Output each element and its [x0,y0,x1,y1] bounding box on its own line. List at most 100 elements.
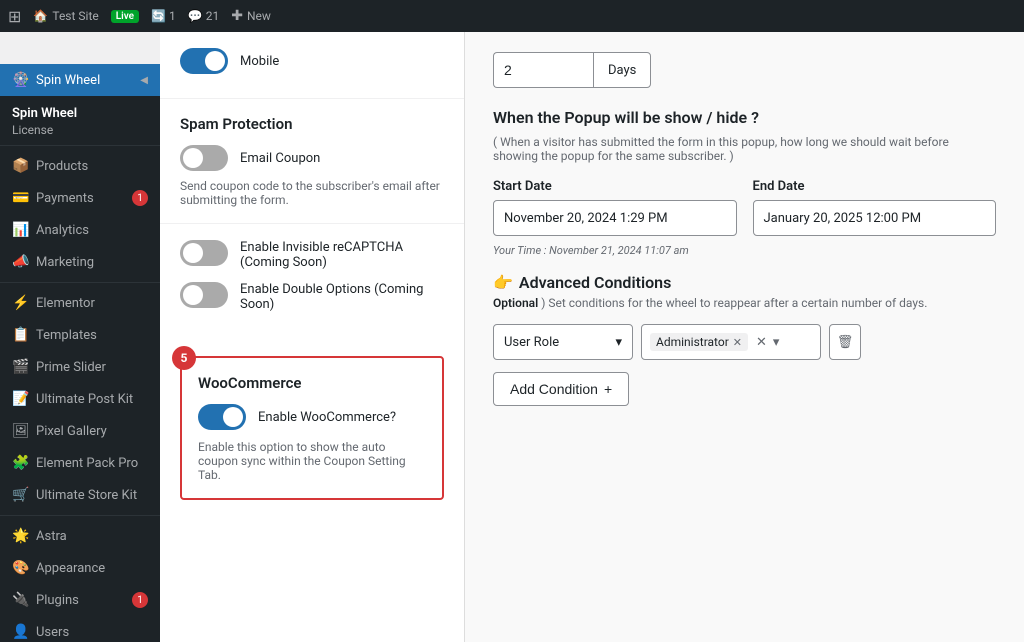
condition-chevron-btn[interactable]: ▾ [773,335,780,350]
popup-question: When the Popup will be show / hide ? [493,108,996,127]
sidebar-item-products[interactable]: 📦 Products [0,150,160,182]
days-input[interactable] [493,52,593,88]
captcha-label: Enable Invisible reCAPTCHA (Coming Soon) [240,240,444,270]
sidebar-item-payments[interactable]: 💳 Payments 1 [0,182,160,214]
analytics-icon: 📊 [12,222,28,238]
sidebar-divider-2 [0,282,160,283]
condition-tag-remove[interactable]: ✕ [733,336,742,349]
advanced-note-rest: ) Set conditions for the wheel to reappe… [541,296,927,310]
sidebar-item-element-pack-pro[interactable]: 🧩 Element Pack Pro [0,447,160,479]
sidebar-item-elementor[interactable]: ⚡ Elementor [0,287,160,319]
revisions-icon: 🔄 [151,9,166,23]
mobile-toggle[interactable] [180,48,228,74]
condition-tag: Administrator ✕ [650,333,748,351]
advanced-conditions-note: Optional ) Set conditions for the wheel … [493,296,996,310]
sidebar-item-ultimate-store-kit[interactable]: 🛒 Ultimate Store Kit [0,479,160,511]
sidebar-item-plugins[interactable]: 🔌 Plugins 1 [0,584,160,616]
captcha-toggle-knob [183,243,203,263]
new-menu[interactable]: ✚ New [231,8,271,24]
condition-type-label: User Role [504,335,559,350]
sidebar-astra-label: Astra [36,529,67,544]
comments-count[interactable]: 💬 21 [188,9,219,23]
sidebar-item-prime-slider[interactable]: 🎬 Prime Slider [0,351,160,383]
sidebar-spin-wheel-label: Spin Wheel [36,73,100,88]
live-badge: Live [111,10,139,23]
marketing-icon: 📣 [12,254,28,270]
woocommerce-toggle[interactable] [198,404,246,430]
payments-badge: 1 [132,190,148,206]
spam-description: Send coupon code to the subscriber's ema… [180,179,444,207]
products-icon: 📦 [12,158,28,174]
sidebar-item-pixel-gallery[interactable]: 🖼 Pixel Gallery [0,415,160,447]
element-pack-pro-icon: 🧩 [12,455,28,471]
condition-clear-btn[interactable]: ✕ [756,335,767,350]
sidebar-item-users[interactable]: 👤 Users [0,616,160,642]
sidebar-elementor-label: Elementor [36,296,95,311]
sidebar-item-appearance[interactable]: 🎨 Appearance [0,552,160,584]
condition-tags-box: Administrator ✕ ✕ ▾ [641,324,821,360]
days-unit-label: Days [593,52,651,88]
email-coupon-toggle-knob [183,148,203,168]
spin-wheel-subtitle: License [12,123,148,137]
double-options-toggle[interactable] [180,282,228,308]
woocommerce-title: WooCommerce [198,374,426,392]
email-coupon-label: Email Coupon [240,151,320,166]
double-options-toggle-knob [183,285,203,305]
sidebar-item-ultimate-post-kit[interactable]: 📝 Ultimate Post Kit [0,383,160,415]
end-date-label: End Date [753,179,997,194]
email-coupon-toggle-row: Email Coupon [180,145,444,171]
payments-icon: 💳 [12,190,28,206]
add-condition-plus-icon: + [604,381,612,397]
revisions-count[interactable]: 🔄 1 [151,9,176,23]
captcha-toggle[interactable] [180,240,228,266]
spam-section: Spam Protection Email Coupon Send coupon… [160,98,464,223]
sidebar-templates-label: Templates [36,328,97,343]
mobile-toggle-label: Mobile [240,54,279,69]
sidebar-prime-slider-label: Prime Slider [36,360,106,375]
plugins-icon: 🔌 [12,592,28,608]
end-date-input[interactable]: January 20, 2025 12:00 PM [753,200,997,236]
main-content: 🎡 Spin Wheel ◀ Spin Wheel License 📦 Prod… [0,32,1024,642]
sidebar-marketing-label: Marketing [36,255,94,270]
start-date-input[interactable]: November 20, 2024 1:29 PM [493,200,737,236]
spin-wheel-section-title: Spin Wheel [12,106,148,121]
your-time-label: Your Time : November 21, 2024 11:07 am [493,244,996,257]
sidebar-divider [0,145,160,146]
top-bar: ⊞ 🏠 Test Site Live 🔄 1 💬 21 ✚ New [0,0,1024,32]
right-panel: Days When the Popup will be show / hide … [465,32,1024,642]
sidebar-item-astra[interactable]: 🌟 Astra [0,520,160,552]
date-row: Start Date November 20, 2024 1:29 PM End… [493,179,996,236]
sidebar-products-label: Products [36,159,88,174]
sidebar-ultimate-store-kit-label: Ultimate Store Kit [36,488,137,503]
sidebar-item-spin-wheel[interactable]: 🎡 Spin Wheel ◀ [0,64,160,96]
ultimate-post-kit-icon: 📝 [12,391,28,407]
woo-toggle-row: Enable WooCommerce? [198,404,426,430]
woocommerce-toggle-label: Enable WooCommerce? [258,410,396,425]
mobile-toggle-knob [205,51,225,71]
spin-wheel-header: Spin Wheel License [0,96,160,141]
add-condition-button[interactable]: Add Condition + [493,372,629,406]
condition-type-chevron: ▾ [615,335,622,350]
popup-note: ( When a visitor has submitted the form … [493,135,996,163]
site-name[interactable]: 🏠 Test Site [33,9,98,23]
double-options-toggle-row: Enable Double Options (Coming Soon) [180,282,444,312]
email-coupon-toggle[interactable] [180,145,228,171]
sidebar-item-marketing[interactable]: 📣 Marketing [0,246,160,278]
condition-type-select[interactable]: User Role ▾ [493,324,633,360]
sidebar-arrow-icon: ◀ [140,75,148,86]
advanced-conditions-title: 👉 Advanced Conditions [493,273,996,292]
sidebar-item-analytics[interactable]: 📊 Analytics [0,214,160,246]
captcha-toggle-row: Enable Invisible reCAPTCHA (Coming Soon) [180,240,444,270]
start-date-col: Start Date November 20, 2024 1:29 PM [493,179,737,236]
captcha-section: Enable Invisible reCAPTCHA (Coming Soon)… [160,223,464,340]
optional-label: Optional [493,296,538,310]
condition-delete-button[interactable]: 🗑 [829,324,861,360]
end-date-col: End Date January 20, 2025 12:00 PM [753,179,997,236]
plus-icon: ✚ [231,8,243,24]
pixel-gallery-icon: 🖼 [12,423,28,439]
sidebar-item-templates[interactable]: 📋 Templates [0,319,160,351]
users-icon: 👤 [12,624,28,640]
mobile-toggle-row: Mobile [180,48,444,74]
spam-title: Spam Protection [180,115,444,133]
elementor-icon: ⚡ [12,295,28,311]
